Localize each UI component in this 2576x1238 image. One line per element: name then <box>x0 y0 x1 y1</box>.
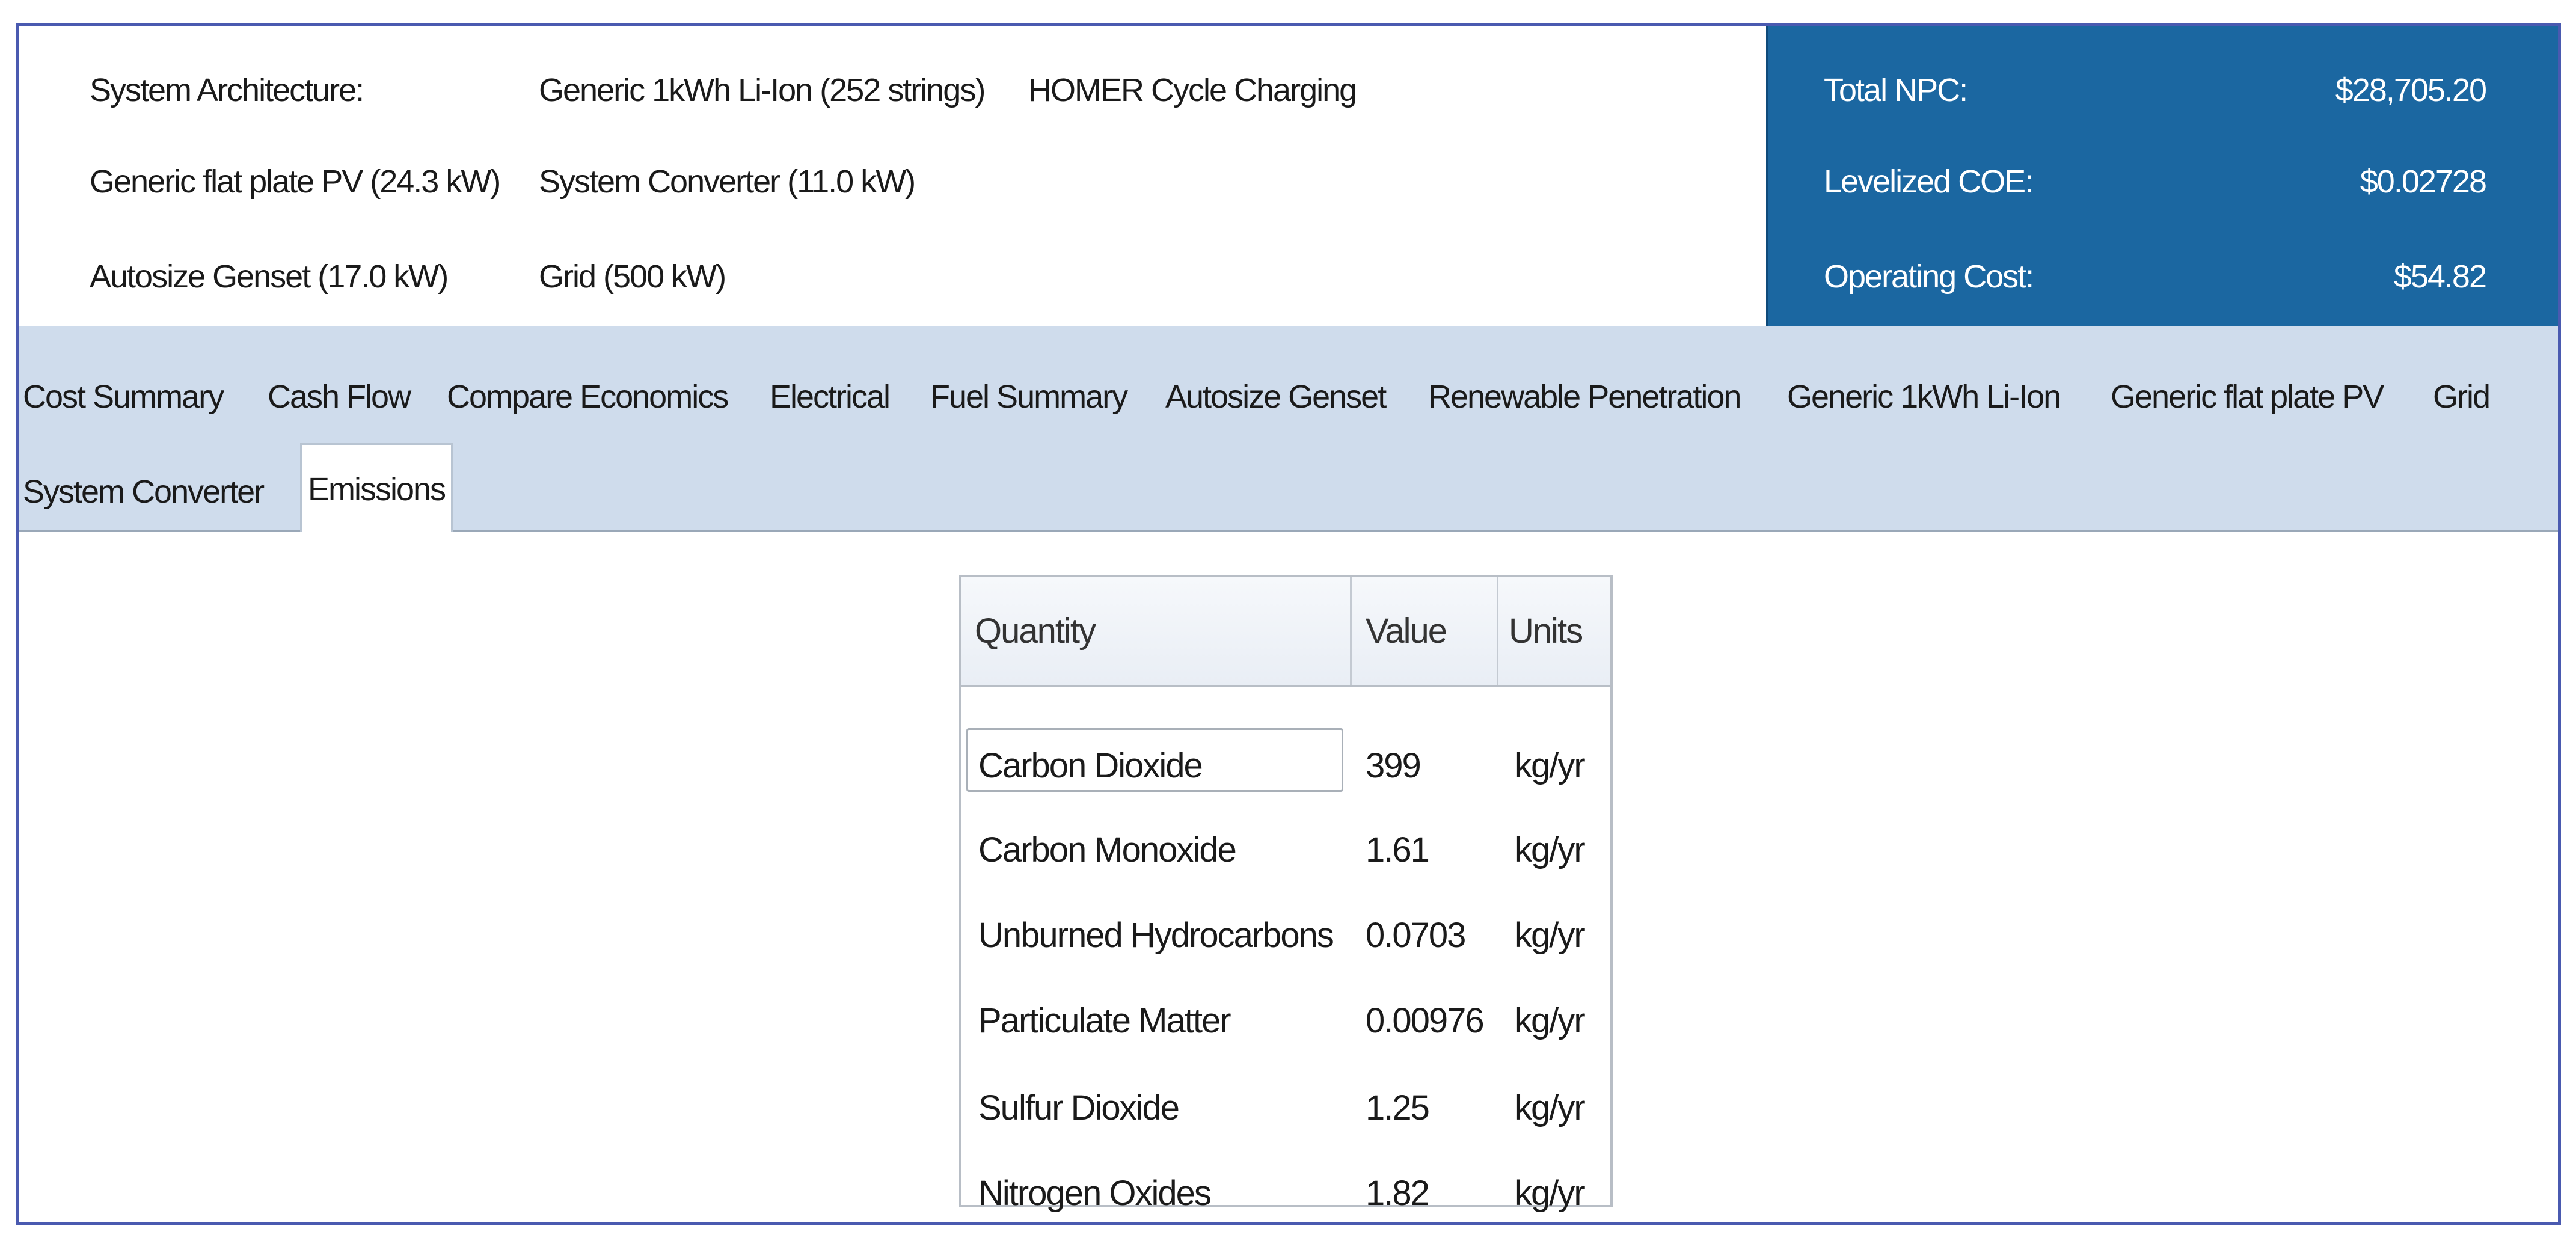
levelized-coe-value: $0.02728 <box>2360 164 2487 200</box>
tab-grid[interactable]: Grid <box>2433 378 2491 415</box>
column-divider[interactable] <box>1497 577 1498 685</box>
units-cell: kg/yr <box>1515 746 1586 785</box>
units-cell: kg/yr <box>1515 916 1586 955</box>
emissions-table: Quantity Value Units Carbon Dioxide 399 … <box>959 575 1613 1213</box>
converter-component: System Converter (11.0 kW) <box>539 164 916 200</box>
tab-autosize-genset[interactable]: Autosize Genset <box>1165 378 1387 415</box>
tab-renewable-penetration[interactable]: Renewable Penetration <box>1428 378 1741 415</box>
operating-cost-value: $54.82 <box>2393 259 2487 295</box>
cost-metrics-panel: Total NPC: $28,705.20 Levelized COE: $0.… <box>1766 26 2558 326</box>
quantity-cell: Nitrogen Oxides <box>978 1174 1212 1213</box>
column-header-units[interactable]: Units <box>1509 577 1583 685</box>
tab-cash-flow[interactable]: Cash Flow <box>268 378 411 415</box>
quantity-cell: Carbon Dioxide <box>978 746 1203 785</box>
tab-cost-summary[interactable]: Cost Summary <box>23 378 224 415</box>
tab-compare-economics[interactable]: Compare Economics <box>447 378 729 415</box>
table-row[interactable]: Unburned Hydrocarbons 0.0703 kg/yr <box>961 893 1610 978</box>
quantity-cell: Particulate Matter <box>978 1001 1231 1040</box>
table-row[interactable]: Carbon Dioxide 399 kg/yr <box>961 723 1610 809</box>
dispatch-strategy: HOMER Cycle Charging <box>1028 72 1357 108</box>
system-architecture-panel: System Architecture: Generic 1kWh Li-Ion… <box>19 26 1766 326</box>
table-row[interactable]: Nitrogen Oxides 1.82 kg/yr <box>961 1151 1610 1236</box>
quantity-cell: Unburned Hydrocarbons <box>978 916 1334 955</box>
tab-emissions[interactable]: Emissions <box>300 443 453 532</box>
quantity-cell: Carbon Monoxide <box>978 830 1237 869</box>
value-cell: 0.0703 <box>1366 916 1466 955</box>
results-tab-bar: Cost Summary Cash Flow Compare Economics… <box>19 326 2558 532</box>
quantity-cell: Sulfur Dioxide <box>978 1088 1180 1127</box>
units-cell: kg/yr <box>1515 830 1586 869</box>
grid-component: Grid (500 kW) <box>539 259 726 295</box>
genset-component: Autosize Genset (17.0 kW) <box>90 259 449 295</box>
results-window: System Architecture: Generic 1kWh Li-Ion… <box>16 23 2561 1225</box>
value-cell: 1.82 <box>1366 1174 1430 1213</box>
architecture-label: System Architecture: <box>90 72 364 108</box>
value-cell: 1.61 <box>1366 830 1430 869</box>
value-cell: 1.25 <box>1366 1088 1430 1127</box>
pv-component: Generic flat plate PV (24.3 kW) <box>90 164 501 200</box>
tab-electrical[interactable]: Electrical <box>770 378 891 415</box>
tab-generic-flat-plate-pv[interactable]: Generic flat plate PV <box>2111 378 2384 415</box>
value-cell: 399 <box>1366 746 1421 785</box>
units-cell: kg/yr <box>1515 1088 1586 1127</box>
total-npc-label: Total NPC: <box>1824 72 1968 108</box>
table-header: Quantity Value Units <box>961 577 1610 687</box>
column-header-quantity[interactable]: Quantity <box>975 577 1096 685</box>
value-cell: 0.00976 <box>1366 1001 1485 1040</box>
units-cell: kg/yr <box>1515 1174 1586 1213</box>
table-row[interactable]: Carbon Monoxide 1.61 kg/yr <box>961 807 1610 893</box>
column-divider[interactable] <box>1350 577 1352 685</box>
total-npc-value: $28,705.20 <box>2335 72 2487 108</box>
tab-system-converter[interactable]: System Converter <box>23 473 265 510</box>
units-cell: kg/yr <box>1515 1001 1586 1040</box>
tab-generic-li-ion[interactable]: Generic 1kWh Li-Ion <box>1787 378 2061 415</box>
battery-component: Generic 1kWh Li-Ion (252 strings) <box>539 72 986 108</box>
table-row[interactable]: Sulfur Dioxide 1.25 kg/yr <box>961 1065 1610 1151</box>
tab-fuel-summary[interactable]: Fuel Summary <box>930 378 1128 415</box>
column-header-value[interactable]: Value <box>1366 577 1447 685</box>
operating-cost-label: Operating Cost: <box>1824 259 2034 295</box>
table-row[interactable]: Particulate Matter 0.00976 kg/yr <box>961 978 1610 1064</box>
levelized-coe-label: Levelized COE: <box>1824 164 2034 200</box>
